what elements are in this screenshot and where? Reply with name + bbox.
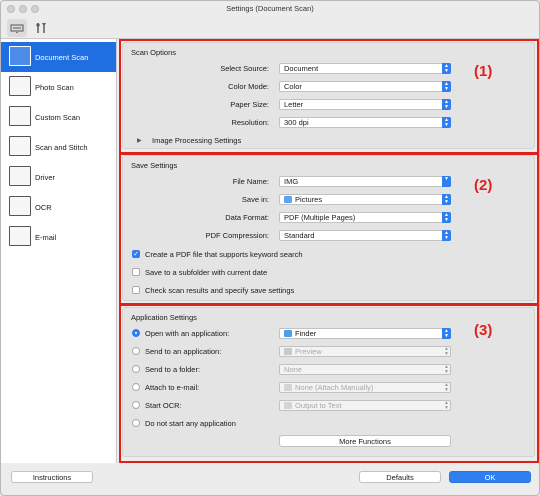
driver-icon (9, 166, 31, 186)
ok-button[interactable]: OK (449, 471, 531, 483)
document-scan-icon (9, 46, 31, 66)
sidebar-item-label: Custom Scan (35, 112, 81, 122)
sidebar-item-photo-scan[interactable]: Photo Scan (1, 72, 116, 102)
sidebar-item-scan-and-stitch[interactable]: Scan and Stitch (1, 132, 116, 162)
sidebar: Document Scan Photo Scan Custom Scan Sca… (1, 39, 117, 463)
sidebar-item-label: Driver (35, 172, 55, 182)
photo-scan-icon (9, 76, 31, 96)
defaults-button[interactable]: Defaults (359, 471, 441, 483)
sidebar-item-label: Scan and Stitch (35, 142, 88, 152)
settings-window: Settings (Document Scan) Document Scan P… (0, 0, 540, 496)
minimize-window-button[interactable] (19, 5, 27, 13)
callout-box-1 (119, 39, 539, 154)
general-settings-tab[interactable] (31, 19, 51, 37)
callout-label-1: (1) (474, 63, 493, 80)
sidebar-item-custom-scan[interactable]: Custom Scan (1, 102, 116, 132)
zoom-window-button[interactable] (31, 5, 39, 13)
sidebar-item-label: Photo Scan (35, 82, 74, 92)
sidebar-item-document-scan[interactable]: Document Scan (1, 42, 116, 72)
callout-box-2 (119, 153, 539, 305)
scan-and-stitch-icon (9, 136, 31, 156)
callout-label-2: (2) (474, 177, 493, 194)
close-window-button[interactable] (7, 5, 15, 13)
footer-bar: Instructions Defaults OK (1, 463, 539, 495)
sidebar-item-label: OCR (35, 202, 52, 212)
title-bar: Settings (Document Scan) (1, 1, 539, 17)
sidebar-item-label: E-mail (35, 232, 57, 242)
toolbar (1, 17, 539, 39)
general-settings-tab-icon (36, 22, 46, 33)
custom-scan-icon (9, 106, 31, 126)
window-title: Settings (Document Scan) (226, 4, 314, 13)
sidebar-item-driver[interactable]: Driver (1, 162, 116, 192)
email-icon (9, 226, 31, 246)
scanner-settings-tab[interactable] (7, 19, 27, 37)
scanner-settings-tab-icon (10, 24, 24, 34)
settings-content: Scan Options Select Source: Document ▲ ▼ … (118, 39, 539, 463)
sidebar-item-label: Document Scan (35, 52, 89, 62)
sidebar-item-ocr[interactable]: OCR (1, 192, 116, 222)
instructions-button[interactable]: Instructions (11, 471, 93, 483)
callout-label-3: (3) (474, 322, 493, 339)
sidebar-item-email[interactable]: E-mail (1, 222, 116, 252)
ocr-icon (9, 196, 31, 216)
